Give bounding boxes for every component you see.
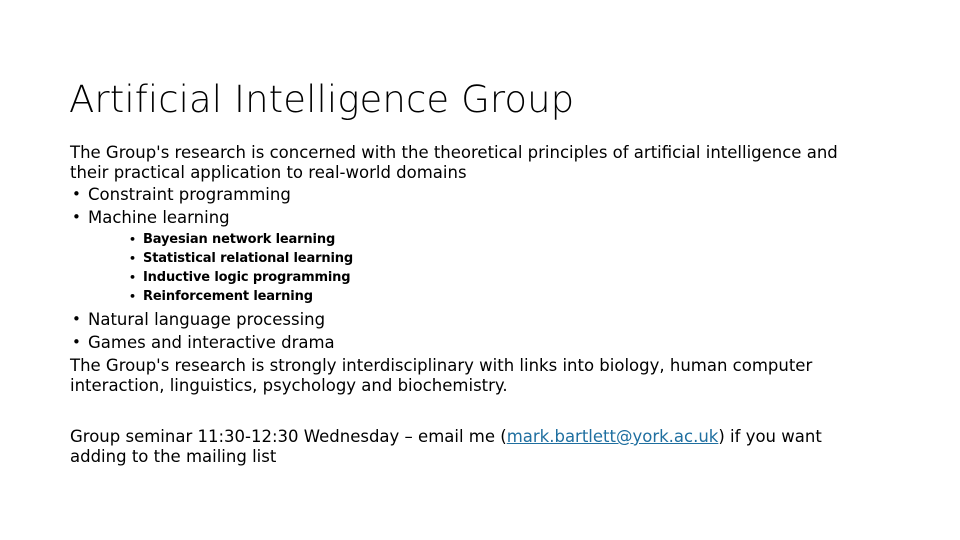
email-link[interactable]: mark.bartlett@york.ac.uk bbox=[507, 427, 719, 446]
topic-label: Games and interactive drama bbox=[88, 333, 335, 352]
bullet-icon: • bbox=[72, 310, 81, 328]
intro-paragraph: The Group's research is concerned with t… bbox=[70, 143, 838, 182]
subtopic-list: • Bayesian network learning • Statistica… bbox=[88, 230, 876, 306]
list-item: • Natural language processing bbox=[70, 308, 876, 331]
topic-label: Constraint programming bbox=[88, 185, 291, 204]
bullet-icon: • bbox=[72, 185, 81, 203]
list-item: • Constraint programming bbox=[70, 183, 876, 206]
bullet-icon: • bbox=[129, 233, 136, 246]
subtopic-label: Statistical relational learning bbox=[143, 251, 354, 266]
page-title: Artificial Intelligence Group bbox=[69, 77, 575, 121]
list-item: • Statistical relational learning bbox=[127, 249, 876, 268]
seminar-text-before-link: Group seminar 11:30-12:30 Wednesday – em… bbox=[70, 427, 507, 446]
bullet-icon: • bbox=[72, 333, 81, 351]
subtopic-label: Reinforcement learning bbox=[143, 289, 313, 304]
bullet-icon: • bbox=[129, 271, 136, 284]
seminar-paragraph: Group seminar 11:30-12:30 Wednesday – em… bbox=[70, 427, 876, 466]
list-item: • Games and interactive drama bbox=[70, 331, 876, 354]
interdisciplinary-paragraph: The Group's research is strongly interdi… bbox=[70, 356, 813, 395]
subtopic-label: Bayesian network learning bbox=[143, 232, 336, 247]
bullet-icon: • bbox=[72, 208, 81, 226]
list-item: • Inductive logic programming bbox=[127, 268, 876, 287]
topic-label: Machine learning bbox=[88, 208, 230, 227]
topic-label: Natural language processing bbox=[88, 310, 326, 329]
list-item: • Machine learning • Bayesian network le… bbox=[70, 206, 876, 306]
list-item: • Bayesian network learning bbox=[127, 230, 876, 249]
slide-canvas: Artificial Intelligence Group The Group'… bbox=[0, 0, 960, 540]
topic-list: • Constraint programming • Machine learn… bbox=[70, 183, 876, 354]
list-item: • Reinforcement learning bbox=[127, 287, 876, 306]
bullet-icon: • bbox=[129, 290, 136, 303]
bullet-icon: • bbox=[129, 252, 136, 265]
slide-body: The Group's research is concerned with t… bbox=[70, 143, 876, 466]
subtopic-label: Inductive logic programming bbox=[143, 270, 351, 285]
